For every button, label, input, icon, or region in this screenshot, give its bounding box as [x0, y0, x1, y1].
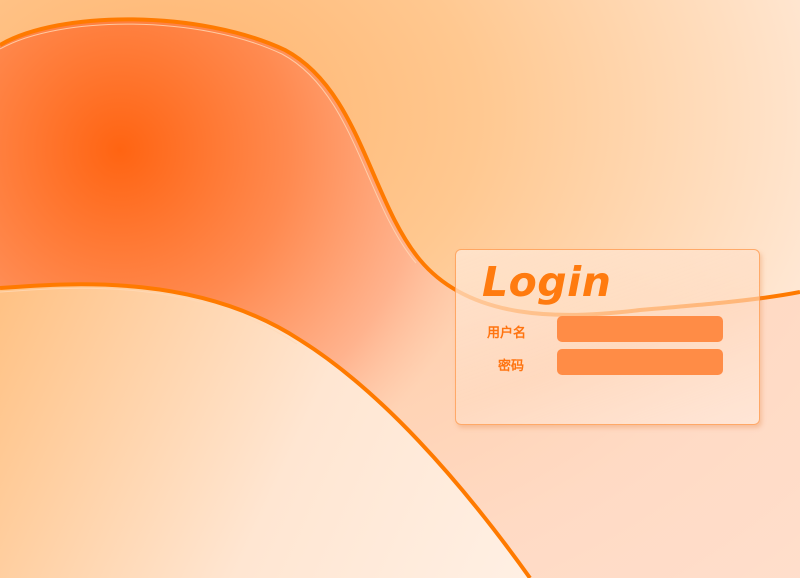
password-label: 密码	[497, 359, 524, 374]
login-screen: Login 用户名 密码	[0, 0, 800, 578]
username-input[interactable]	[557, 316, 723, 342]
password-input[interactable]	[557, 349, 723, 375]
login-form: Login 用户名 密码	[455, 249, 760, 425]
username-label: 用户名	[486, 326, 526, 341]
login-title: Login	[482, 258, 612, 306]
